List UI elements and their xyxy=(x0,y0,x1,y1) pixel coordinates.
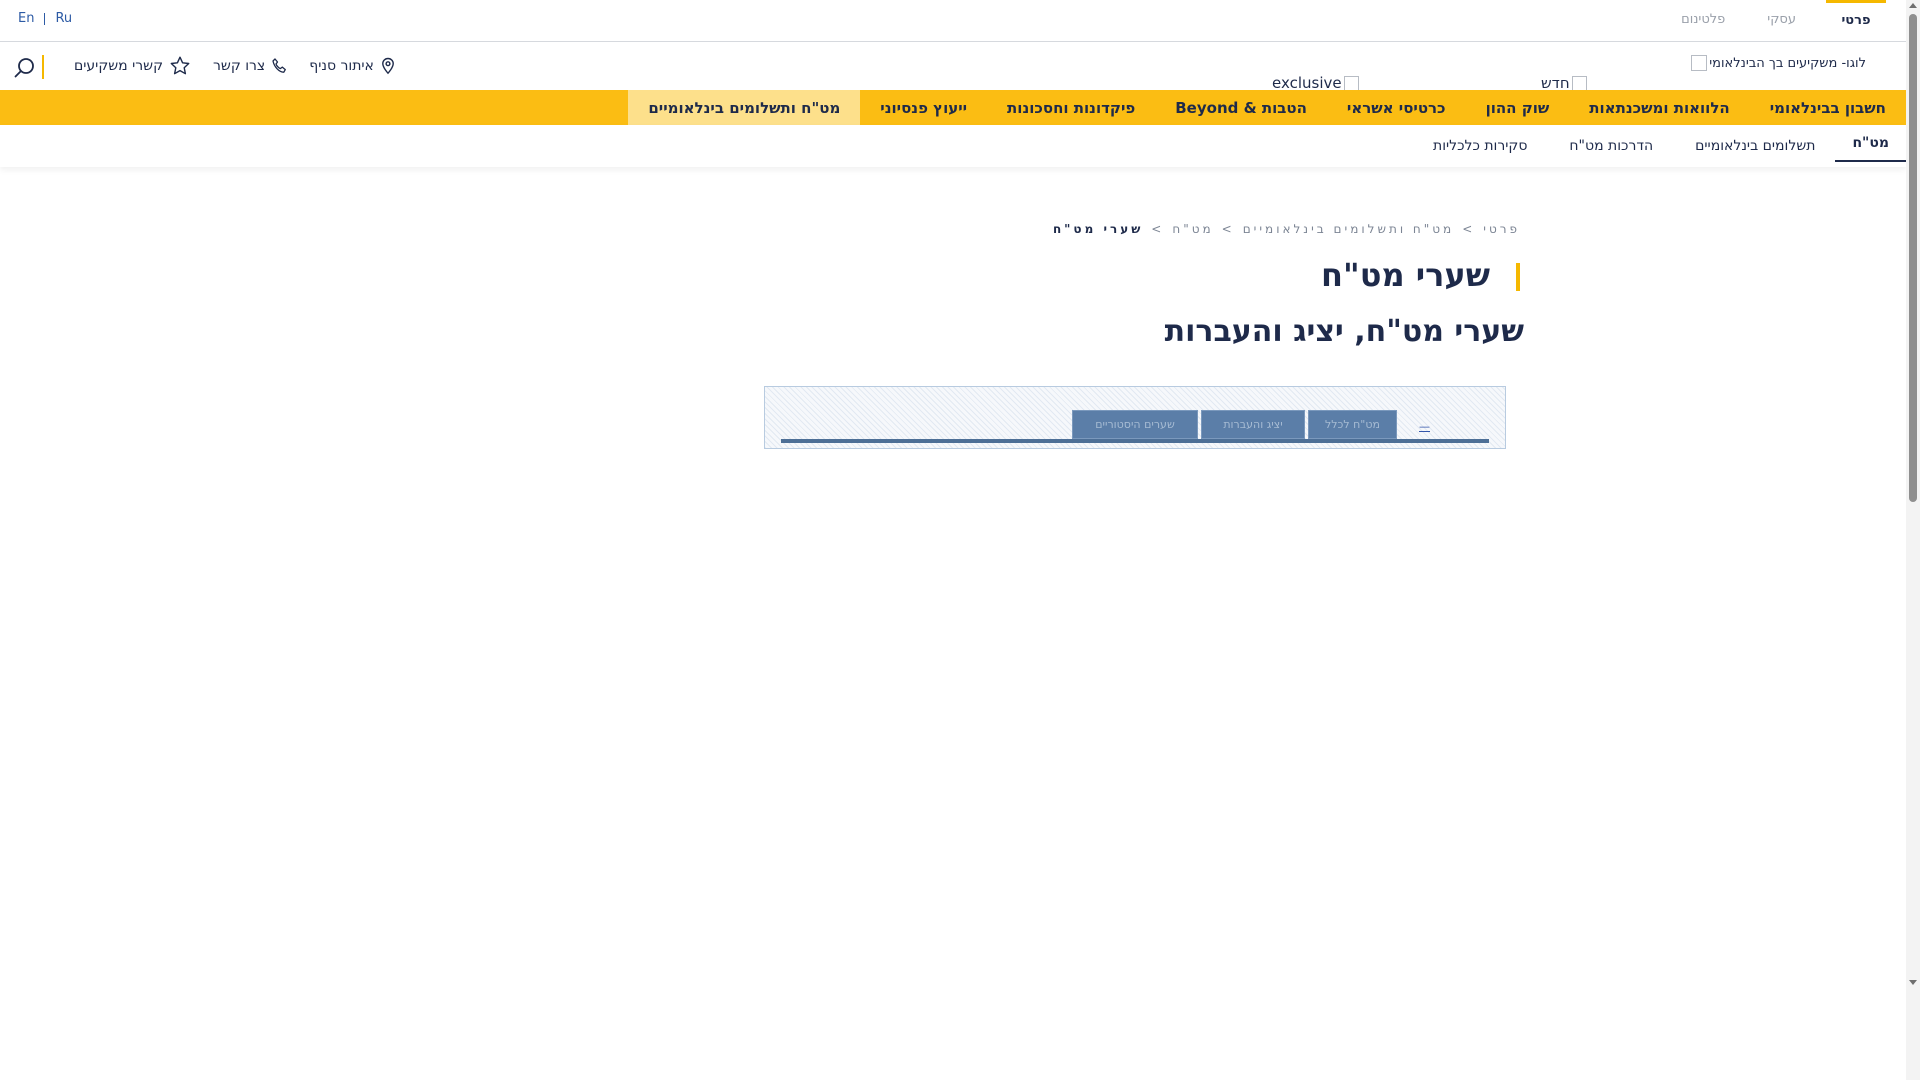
main-nav-deposits[interactable]: פיקדונות וחסכונות xyxy=(987,90,1155,125)
main-nav: חשבון בבינלאומי הלוואות ומשכנתאות שוק הה… xyxy=(0,90,1906,125)
segment-bar: פרטי עסקי פלטינום En Ru xyxy=(0,0,1906,42)
contact-link[interactable]: צרו קשר xyxy=(213,57,287,75)
breadcrumb-item[interactable]: מט"ח xyxy=(1172,222,1213,236)
main-nav-account[interactable]: חשבון בבינלאומי xyxy=(1750,90,1906,125)
segment-tabs: פרטי עסקי פלטינום xyxy=(1639,0,1886,42)
rates-widget: שערים היסטוריים יציג והעברות מט"ח לכלל — xyxy=(764,386,1506,449)
investor-relations-label: קשרי משקיעים xyxy=(74,58,164,74)
sub-nav-forex[interactable]: מט"ח xyxy=(1835,125,1906,162)
main-nav-credit-cards[interactable]: כרטיסי אשראי xyxy=(1327,90,1466,125)
broken-image-icon xyxy=(1571,75,1587,91)
sub-nav-economic-reviews[interactable]: סקירות כלכליות xyxy=(1413,125,1547,167)
page-scrollbar[interactable] xyxy=(1906,0,1920,1080)
scroll-down-arrow-icon[interactable] xyxy=(1909,980,1917,985)
page-title: שערי מט"ח xyxy=(1321,256,1490,294)
investor-relations-link[interactable]: קשרי משקיעים xyxy=(74,55,191,77)
widget-tabs: שערים היסטוריים יציג והעברות מט"ח לכלל xyxy=(1072,410,1397,439)
page-subtitle: שערי מט"ח, יציג והעברות xyxy=(1164,314,1524,349)
main-nav-loans[interactable]: הלוואות ומשכנתאות xyxy=(1569,90,1749,125)
widget-link[interactable]: — xyxy=(1419,420,1430,433)
sub-nav-international-payments[interactable]: תשלומים בינלאומיים xyxy=(1675,125,1835,167)
site-header: לוגו- משקיעים בך הבינלאומי חדש exclusive… xyxy=(0,43,1906,92)
title-accent-bar xyxy=(1516,263,1520,291)
breadcrumb-item[interactable]: פרטי xyxy=(1483,222,1520,236)
logo[interactable]: לוגו- משקיעים בך הבינלאומי xyxy=(1691,55,1866,71)
find-branch-label: איתור סניף xyxy=(309,58,374,74)
scrollbar-thumb[interactable] xyxy=(1909,14,1917,502)
main-nav-benefits[interactable]: הטבות & Beyond xyxy=(1155,90,1327,125)
breadcrumb-item[interactable]: מט"ח ותשלומים בינלאומיים xyxy=(1243,222,1454,236)
language-en[interactable]: En xyxy=(18,11,34,26)
widget-tab-representative[interactable]: יציג והעברות xyxy=(1201,410,1305,439)
utility-links: איתור סניף צרו קשר קשרי משקיעים xyxy=(74,55,396,77)
main-nav-pension[interactable]: ייעוץ פנסיוני xyxy=(860,90,987,125)
widget-tab-historical[interactable]: שערים היסטוריים xyxy=(1072,410,1198,439)
location-pin-icon xyxy=(381,57,394,75)
star-icon xyxy=(170,56,190,75)
scroll-up-arrow-icon[interactable] xyxy=(1909,3,1917,8)
contact-label: צרו קשר xyxy=(213,58,266,74)
search-icon xyxy=(14,58,34,78)
main-nav-capital-market[interactable]: שוק ההון xyxy=(1466,90,1570,125)
search-divider xyxy=(42,55,44,79)
widget-tab-underline xyxy=(781,439,1489,443)
broken-image-icon xyxy=(1343,75,1359,91)
search-button[interactable] xyxy=(12,55,38,81)
broken-image-icon xyxy=(1691,55,1708,71)
segment-tab-business[interactable]: עסקי xyxy=(1767,0,1796,42)
segment-tab-private[interactable]: פרטי xyxy=(1826,0,1886,42)
segment-tab-platinum[interactable]: פלטינום xyxy=(1681,0,1725,42)
sub-nav-forex-guides[interactable]: הדרכות מט"ח xyxy=(1549,125,1673,167)
breadcrumb-separator: > xyxy=(1221,222,1235,236)
main-nav-forex[interactable]: מט"ח ותשלומים בינלאומיים xyxy=(628,90,861,125)
phone-icon xyxy=(272,58,287,73)
widget-tab-general[interactable]: מט"ח לכלל xyxy=(1308,410,1397,439)
breadcrumb-separator: > xyxy=(1151,222,1165,236)
language-switcher: En Ru xyxy=(18,11,72,26)
breadcrumb: פרטי > מט"ח ותשלומים בינלאומיים > מט"ח >… xyxy=(1045,222,1520,236)
language-divider xyxy=(44,12,46,25)
breadcrumb-separator: > xyxy=(1462,222,1476,236)
sub-nav: מט"ח תשלומים בינלאומיים הדרכות מט"ח סקיר… xyxy=(0,125,1906,167)
language-ru[interactable]: Ru xyxy=(55,11,72,26)
logo-alt-text: לוגו- משקיעים בך הבינלאומי xyxy=(1709,55,1866,71)
breadcrumb-current: שערי מט"ח xyxy=(1052,222,1144,236)
find-branch-link[interactable]: איתור סניף xyxy=(309,57,396,75)
